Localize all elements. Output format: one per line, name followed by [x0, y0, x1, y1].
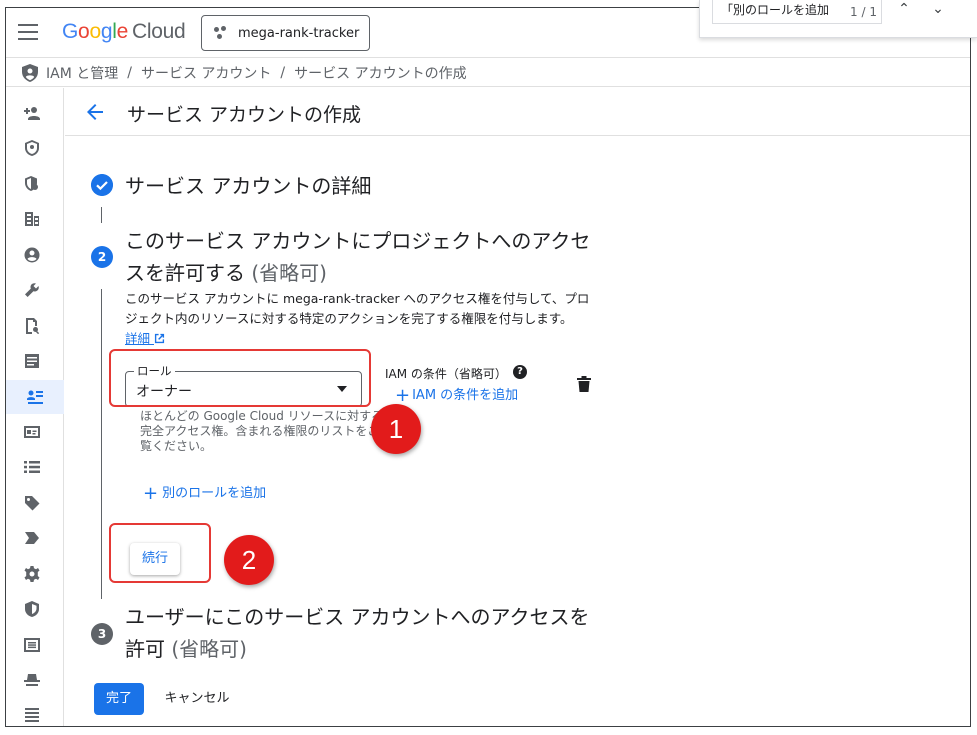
- tag-icon[interactable]: [20, 491, 44, 515]
- back-arrow-icon[interactable]: [83, 100, 107, 124]
- project-selector-button[interactable]: mega-rank-tracker: [201, 15, 370, 51]
- iam-shield-icon: [22, 63, 38, 82]
- shield-search-icon[interactable]: [20, 172, 44, 196]
- incognito-icon[interactable]: [20, 668, 44, 692]
- annotation-badge-1: 1: [371, 404, 421, 454]
- article-icon[interactable]: [20, 349, 44, 373]
- add-person-icon[interactable]: [20, 101, 44, 125]
- page-title: サービス アカウントの作成: [127, 104, 362, 126]
- menu-lines-icon[interactable]: [20, 702, 44, 726]
- learn-more-label: 詳細: [125, 331, 151, 346]
- step3-number-badge: 3: [91, 623, 113, 645]
- step-connector: [101, 289, 102, 599]
- service-accounts-icon[interactable]: [6, 380, 64, 414]
- breadcrumb-separator: /: [280, 64, 286, 81]
- google-cloud-logo[interactable]: Google Cloud: [62, 20, 186, 44]
- breadcrumb-service-accounts[interactable]: サービス アカウント: [141, 63, 271, 83]
- project-dots-icon: [214, 26, 228, 40]
- annotation-badge-2: 2: [224, 535, 274, 585]
- shield-person-icon[interactable]: [20, 136, 44, 160]
- highlight-role-box: [109, 349, 371, 407]
- find-next-chevron-down-icon[interactable]: ⌄: [926, 0, 950, 24]
- product-name: Cloud: [131, 20, 186, 43]
- breadcrumb-separator: /: [127, 64, 132, 81]
- step2-title: このサービス アカウントにプロジェクトへのアクセスを許可する (省略可): [125, 225, 595, 289]
- browser-find-bar: 「別のロールを追加 1 / 1 ⌃ ⌄: [699, 0, 977, 38]
- document-search-icon[interactable]: [20, 314, 44, 338]
- step3-optional: (省略可): [171, 637, 247, 661]
- breadcrumb-current: サービス アカウントの作成: [294, 65, 467, 82]
- step-connector: [101, 207, 102, 223]
- list-icon[interactable]: [20, 455, 44, 479]
- step2-title-text: このサービス アカウントにプロジェクトへのアクセスを許可する: [125, 229, 591, 285]
- step2-description: このサービス アカウントに mega-rank-tracker へのアクセス権を…: [125, 289, 595, 349]
- step2-description-text: このサービス アカウントに mega-rank-tracker へのアクセス権を…: [125, 291, 590, 326]
- stepper: サービス アカウントの詳細 2 このサービス アカウントにプロジェクトへのアクセ…: [65, 137, 970, 726]
- highlight-continue-box: [109, 523, 211, 583]
- plus-icon: +: [395, 385, 411, 406]
- page-header: サービス アカウントの作成: [65, 88, 970, 136]
- menu-icon[interactable]: [18, 24, 38, 40]
- breadcrumb: IAM と管理 / サービス アカウント / サービス アカウントの作成: [6, 59, 970, 87]
- project-name: mega-rank-tracker: [238, 25, 360, 41]
- help-icon[interactable]: ?: [513, 365, 527, 379]
- add-another-role-button[interactable]: + 別のロールを追加: [143, 482, 266, 504]
- step2-number-badge: 2: [91, 246, 113, 268]
- badge-card-icon[interactable]: [20, 420, 44, 444]
- cancel-button[interactable]: キャンセル: [157, 683, 237, 715]
- settings-gear-icon[interactable]: [20, 562, 44, 586]
- find-match-count: 1 / 1: [848, 2, 877, 22]
- find-previous-chevron-up-icon[interactable]: ⌃: [892, 0, 916, 24]
- step2-optional: (省略可): [251, 261, 327, 285]
- add-iam-condition-button[interactable]: + IAM の条件を追加: [395, 384, 518, 406]
- left-nav: [6, 88, 64, 726]
- wrench-icon[interactable]: [20, 278, 44, 302]
- label-arrow-icon[interactable]: [20, 526, 44, 550]
- view-list-icon[interactable]: [20, 633, 44, 657]
- find-query: 「別のロールを追加: [721, 3, 830, 17]
- step-complete-check-icon: [91, 174, 113, 196]
- external-link-icon: [154, 333, 165, 344]
- account-circle-icon[interactable]: [20, 243, 44, 267]
- iam-condition-label: IAM の条件（省略可）: [385, 367, 507, 381]
- add-iam-condition-label: IAM の条件を追加: [412, 388, 519, 403]
- breadcrumb-iam[interactable]: IAM と管理: [46, 63, 118, 83]
- add-another-role-label: 別のロールを追加: [162, 486, 267, 501]
- security-shield-icon[interactable]: [20, 597, 44, 621]
- find-input[interactable]: 「別のロールを追加 1 / 1: [712, 0, 882, 24]
- plus-icon: +: [143, 483, 159, 504]
- learn-more-link[interactable]: 詳細: [125, 331, 165, 346]
- organization-icon[interactable]: [20, 207, 44, 231]
- step1-title[interactable]: サービス アカウントの詳細: [125, 170, 371, 199]
- role-help-text: ほとんどの Google Cloud リソースに対する完全アクセス権。含まれる権…: [140, 409, 384, 453]
- done-button[interactable]: 完了: [94, 683, 144, 715]
- step3-title[interactable]: ユーザーにこのサービス アカウントへのアクセスを許可 (省略可): [125, 601, 605, 665]
- delete-trash-icon[interactable]: [577, 376, 591, 392]
